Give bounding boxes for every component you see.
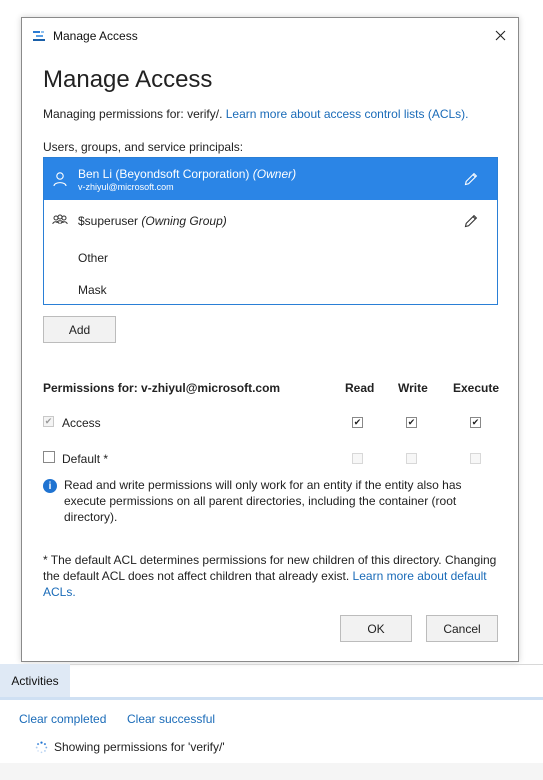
default-execute-checkbox [470,453,481,464]
principal-name: Other [78,251,109,265]
activities-divider [0,664,543,665]
column-read: Read [345,381,375,395]
add-button[interactable]: Add [43,316,116,343]
permission-row-default: Default * [43,450,483,468]
default-read-checkbox [352,453,363,464]
principal-name-line: Ben Li (Beyondsoft Corporation) (Owner) [78,167,296,181]
principal-name: $superuser [78,214,139,228]
principal-email: v-zhiyul@microsoft.com [78,182,174,192]
activities-tab-strip [0,697,543,700]
clear-completed-link[interactable]: Clear completed [19,712,106,726]
close-icon [495,30,505,40]
column-write: Write [398,381,428,395]
permission-row-access: ✔ Access ✔ ✔ ✔ [43,415,483,433]
principal-name-line: $superuser (Owning Group) [78,214,227,228]
info-icon: i [43,479,57,493]
principal-name: Ben Li (Beyondsoft Corporation) [78,167,250,181]
activities-bottom-band [0,763,543,780]
principal-name: Mask [78,283,107,297]
storage-explorer-icon [33,31,45,41]
page-title: Manage Access [43,66,213,93]
ok-button[interactable]: OK [340,615,412,642]
loading-spinner-icon [35,741,48,754]
principal-row-mask[interactable]: Mask [44,274,497,306]
clear-successful-link[interactable]: Clear successful [127,712,215,726]
activity-item: Showing permissions for 'verify/' [54,740,225,754]
cancel-button[interactable]: Cancel [426,615,498,642]
window-title: Manage Access [53,29,138,43]
principal-row-owner[interactable]: Ben Li (Beyondsoft Corporation) (Owner) … [44,158,497,200]
access-write-checkbox[interactable]: ✔ [406,417,417,428]
principal-role: (Owner) [252,167,297,181]
column-execute: Execute [453,381,500,395]
principal-role: (Owning Group) [141,214,227,228]
manage-access-dialog: Manage Access Manage Access Managing per… [21,17,519,662]
default-acl-footnote: * The default ACL determines permissions… [43,552,503,600]
default-enabled-checkbox[interactable] [43,451,55,463]
permissions-title: Permissions for: v-zhiyul@microsoft.com [43,381,281,395]
principal-row-other[interactable]: Other [44,242,497,274]
learn-acl-link[interactable]: Learn more about access control lists (A… [226,107,469,121]
principal-row-group[interactable]: $superuser (Owning Group) [44,200,497,242]
info-message: Read and write permissions will only wor… [64,478,462,524]
row-label: Access [62,416,101,430]
close-button[interactable] [486,22,514,48]
principal-list[interactable]: Ben Li (Beyondsoft Corporation) (Owner) … [43,157,498,305]
pencil-icon[interactable] [463,171,479,187]
dialog-titlebar: Manage Access [22,18,518,52]
tab-activities[interactable]: Activities [0,664,70,697]
row-label: Default * [62,452,109,466]
principals-label: Users, groups, and service principals: [43,140,244,154]
group-icon [52,214,68,225]
user-icon [53,172,67,187]
pencil-icon[interactable] [463,213,479,229]
default-write-checkbox [406,453,417,464]
access-execute-checkbox[interactable]: ✔ [470,417,481,428]
managing-text: Managing permissions for: verify/. [43,107,223,121]
managing-line: Managing permissions for: verify/. Learn… [43,107,469,121]
access-enabled-checkbox[interactable]: ✔ [43,416,54,427]
access-read-checkbox[interactable]: ✔ [352,417,363,428]
